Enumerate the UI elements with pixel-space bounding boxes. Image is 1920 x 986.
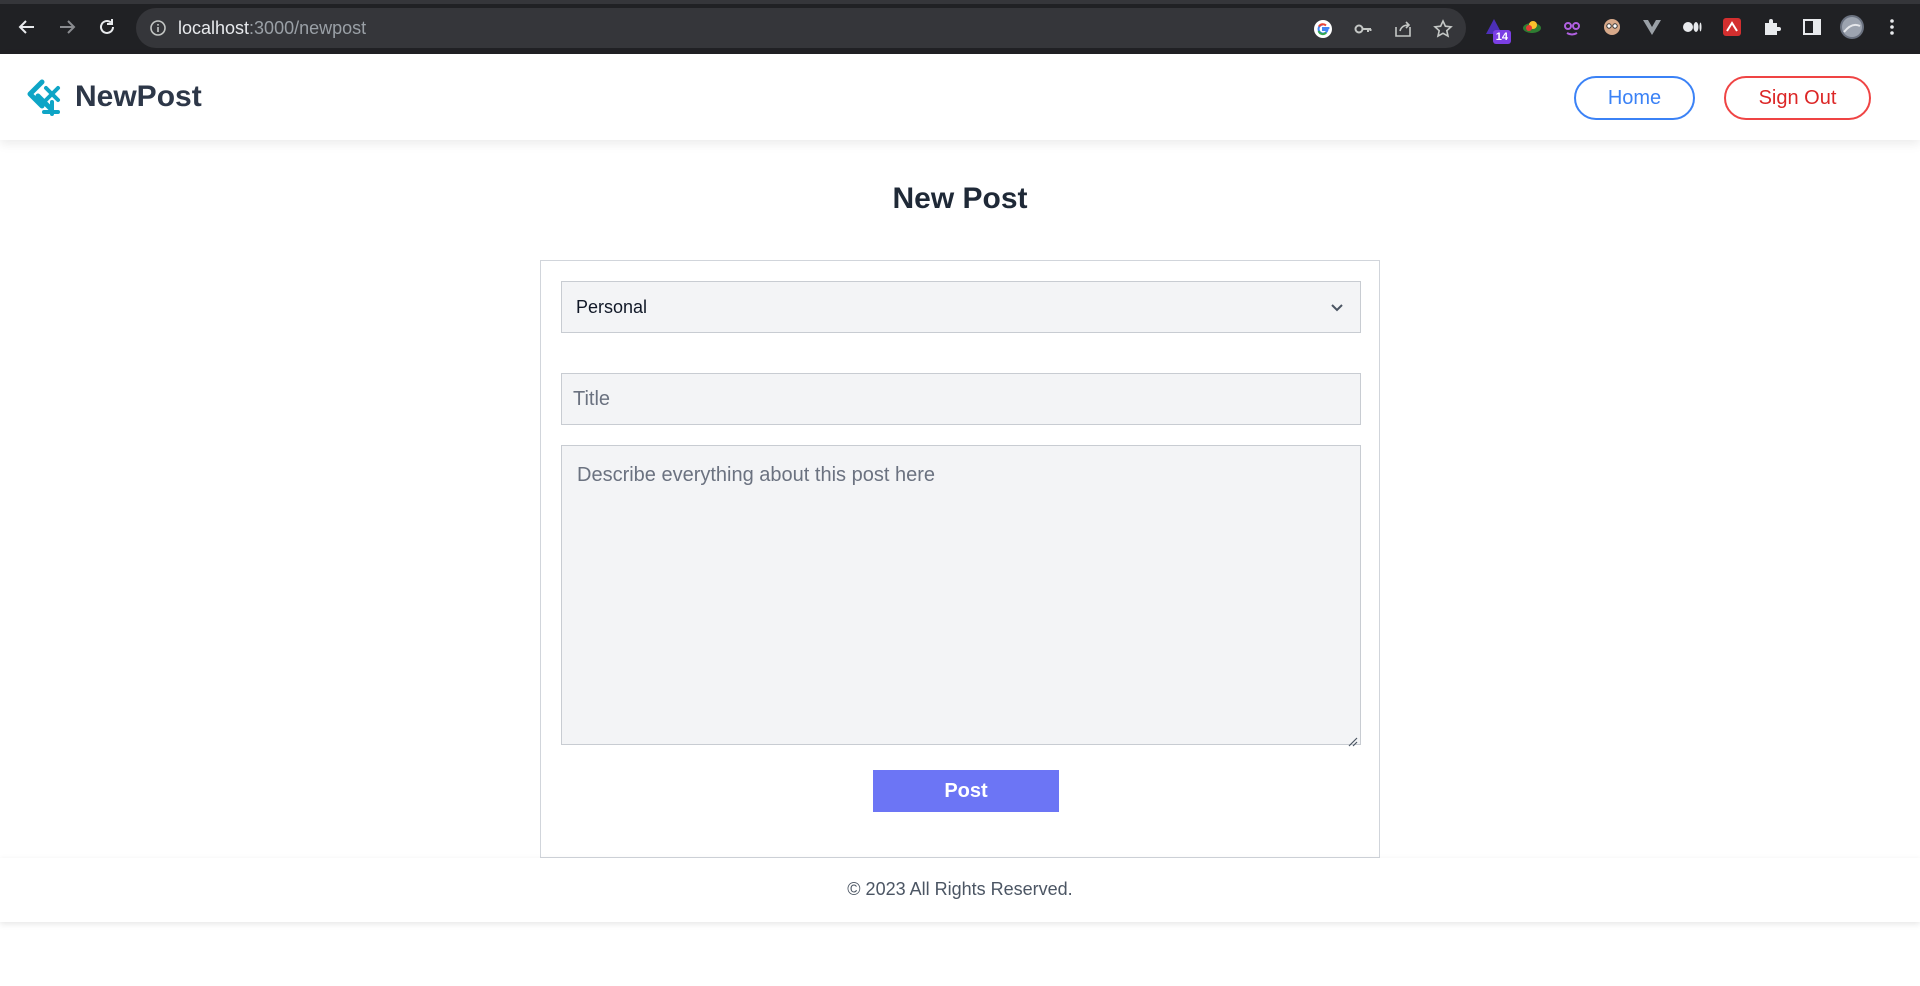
- reload-icon[interactable]: [94, 14, 120, 40]
- title-placeholder: Title: [573, 387, 611, 410]
- forward-arrow-icon[interactable]: [54, 14, 80, 40]
- address-bar[interactable]: localhost:3000/newpost: [136, 8, 1466, 48]
- back-arrow-icon[interactable]: [14, 14, 40, 40]
- medium-extension-icon[interactable]: [1679, 14, 1705, 40]
- google-icon[interactable]: [1312, 18, 1334, 40]
- eyes-extension-icon[interactable]: [1559, 14, 1585, 40]
- new-post-form: Personal Title Describe everything about…: [540, 260, 1380, 858]
- red-extension-icon[interactable]: [1719, 14, 1745, 40]
- copyright-text: © 2023 All Rights Reserved.: [847, 879, 1073, 899]
- profile-avatar[interactable]: [1839, 14, 1865, 40]
- info-icon[interactable]: [148, 18, 168, 38]
- sign-out-button[interactable]: Sign Out: [1724, 76, 1871, 120]
- category-select[interactable]: Personal: [561, 281, 1361, 333]
- logo-icon[interactable]: [24, 78, 62, 116]
- resize-handle-icon[interactable]: [1346, 730, 1358, 747]
- url-text[interactable]: localhost:3000/newpost: [178, 18, 366, 39]
- vue-extension-icon[interactable]: [1639, 14, 1665, 40]
- home-button[interactable]: Home: [1574, 76, 1695, 120]
- wizard-extension-icon[interactable]: 14: [1481, 14, 1511, 44]
- description-placeholder: Describe everything about this post here: [577, 464, 935, 486]
- chevron-down-icon: [1328, 298, 1346, 316]
- category-selected-value: Personal: [576, 296, 648, 317]
- title-input[interactable]: Title: [561, 373, 1361, 425]
- kebab-menu-icon[interactable]: [1879, 14, 1905, 40]
- description-textarea[interactable]: Describe everything about this post here: [561, 445, 1361, 747]
- url-path: :3000/newpost: [249, 18, 367, 38]
- face-extension-icon[interactable]: [1599, 14, 1625, 40]
- app-header: NewPost Home Sign Out: [0, 54, 1920, 140]
- puzzle-icon[interactable]: [1759, 14, 1785, 40]
- share-icon[interactable]: [1392, 18, 1414, 40]
- tab-strip-edge: [0, 0, 1920, 4]
- key-icon[interactable]: [1352, 18, 1374, 40]
- post-button[interactable]: Post: [873, 770, 1059, 812]
- globe-extension-icon[interactable]: [1519, 14, 1545, 40]
- footer: © 2023 All Rights Reserved.: [0, 858, 1920, 922]
- url-host: localhost: [178, 18, 250, 38]
- star-icon[interactable]: [1432, 18, 1454, 40]
- extension-badge: 14: [1492, 30, 1511, 44]
- brand-name[interactable]: NewPost: [75, 80, 202, 114]
- page-title: New Post: [892, 182, 1028, 215]
- browser-chrome: localhost:3000/newpost 14: [0, 0, 1920, 54]
- sidebar-icon[interactable]: [1799, 14, 1825, 40]
